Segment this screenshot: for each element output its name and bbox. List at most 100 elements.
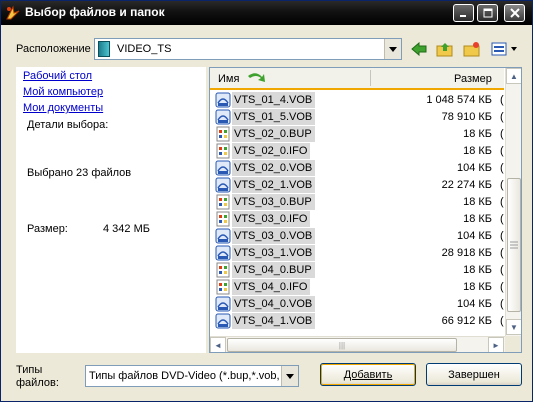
file-types-dropdown-button[interactable] [281, 366, 298, 386]
file-icon [215, 194, 231, 210]
location-dropdown-button[interactable] [384, 39, 401, 59]
file-row[interactable]: VTS_01_5.VOB 78 910 КБ ( [210, 109, 504, 126]
truncated-column: ( [500, 162, 504, 174]
column-size-header[interactable]: Размер [454, 73, 492, 85]
file-list[interactable]: Имя Размер VTS_01_4.VOB 1 048 574 КБ(VTS_… [209, 67, 522, 353]
file-row[interactable]: VTS_02_1.VOB 22 274 КБ ( [210, 177, 504, 194]
column-name-header[interactable]: Имя [218, 73, 239, 85]
file-row[interactable]: VTS_01_4.VOB 1 048 574 КБ ( [210, 92, 504, 109]
file-size: 18 КБ [463, 128, 492, 140]
chevron-down-icon [286, 373, 294, 379]
size-label: Размер: [27, 223, 68, 235]
file-row[interactable]: VTS_03_1.VOB 28 918 КБ ( [210, 245, 504, 262]
video-file-icon [215, 245, 231, 261]
vertical-scroll-thumb[interactable] [507, 178, 521, 312]
size-value: 4 342 МБ [103, 223, 150, 235]
file-types-label-line2: файлов: [16, 377, 59, 389]
scroll-up-button[interactable]: ▲ [506, 68, 521, 84]
video-file-icon [215, 313, 231, 329]
horizontal-scrollbar[interactable]: ◄ ||| ► [210, 336, 505, 352]
new-folder-icon [463, 42, 480, 57]
truncated-column: ( [500, 315, 504, 327]
minimize-button[interactable] [453, 4, 474, 22]
file-row[interactable]: VTS_02_0.VOB 104 КБ ( [210, 160, 504, 177]
file-types-combo[interactable]: Типы файлов DVD-Video (*.bup,*.vob,*.ifo… [85, 365, 299, 387]
link-desktop[interactable]: Рабочий стол [23, 70, 92, 82]
file-name: VTS_01_4.VOB [232, 92, 316, 108]
selected-count: Выбрано 23 файлов [27, 167, 132, 179]
view-menu-button[interactable] [489, 39, 521, 59]
link-my-documents[interactable]: Мои документы [23, 102, 103, 114]
file-name: VTS_03_0.IFO [232, 211, 311, 227]
chevron-down-icon [389, 46, 397, 52]
maximize-button[interactable] [477, 4, 498, 22]
file-picker-dialog: Выбор файлов и папок Расположение VIDEO_… [0, 0, 533, 402]
scroll-corner [505, 336, 521, 352]
video-file-icon [215, 92, 231, 108]
add-button[interactable]: Добавить [320, 363, 416, 386]
back-button[interactable] [409, 39, 429, 59]
truncated-column: ( [500, 230, 504, 242]
file-row[interactable]: VTS_04_0.BUP 18 КБ ( [210, 262, 504, 279]
file-row[interactable]: VTS_03_0.IFO 18 КБ ( [210, 211, 504, 228]
file-size: 66 912 КБ [441, 315, 492, 327]
truncated-column: ( [500, 128, 504, 140]
view-list-icon [491, 42, 517, 56]
scroll-right-button[interactable]: ► [488, 337, 504, 352]
done-button-label: Завершен [448, 368, 500, 381]
location-combo[interactable]: VIDEO_TS [94, 38, 402, 60]
file-row[interactable]: VTS_02_0.IFO 18 КБ ( [210, 143, 504, 160]
vertical-scrollbar[interactable]: ▲ ▼ [505, 68, 521, 336]
file-types-value: Типы файлов DVD-Video (*.bup,*.vob,*.ifo… [89, 370, 279, 382]
file-row[interactable]: VTS_03_0.VOB 104 КБ ( [210, 228, 504, 245]
maximize-icon [483, 8, 492, 18]
minimize-icon [460, 14, 466, 17]
truncated-column: ( [500, 281, 504, 293]
file-name: VTS_02_0.IFO [232, 143, 311, 159]
file-name: VTS_02_0.VOB [232, 160, 316, 176]
file-icon [215, 262, 231, 278]
video-file-icon [215, 160, 231, 176]
grip-icon [510, 241, 518, 249]
truncated-column: ( [500, 196, 504, 208]
file-size: 78 910 КБ [441, 111, 492, 123]
up-folder-button[interactable] [435, 39, 455, 59]
done-button[interactable]: Завершен [426, 363, 522, 386]
truncated-column: ( [500, 94, 504, 106]
file-name: VTS_03_1.VOB [232, 245, 316, 261]
file-row[interactable]: VTS_04_1.VOB 66 912 КБ ( [210, 313, 504, 330]
file-name: VTS_03_0.VOB [232, 228, 316, 244]
video-file-icon [215, 228, 231, 244]
link-my-computer[interactable]: Мой компьютер [23, 86, 103, 98]
file-name: VTS_04_0.VOB [232, 296, 316, 312]
column-separator[interactable] [370, 70, 371, 86]
horizontal-scroll-thumb[interactable]: ||| [227, 338, 457, 352]
scroll-down-button[interactable]: ▼ [506, 319, 521, 335]
app-icon [6, 5, 20, 20]
close-button[interactable] [504, 4, 525, 22]
close-icon [509, 8, 520, 18]
file-size: 18 КБ [463, 264, 492, 276]
up-folder-icon [436, 43, 453, 57]
file-row[interactable]: VTS_04_0.VOB 104 КБ ( [210, 296, 504, 313]
truncated-column: ( [500, 179, 504, 191]
folder-icon [98, 41, 110, 57]
file-name: VTS_01_5.VOB [232, 109, 316, 125]
file-row[interactable]: VTS_03_0.BUP 18 КБ ( [210, 194, 504, 211]
file-icon [215, 279, 231, 295]
file-icon [215, 126, 231, 142]
file-name: VTS_03_0.BUP [232, 194, 315, 210]
truncated-column: ( [500, 145, 504, 157]
new-folder-button[interactable] [462, 39, 482, 59]
file-row[interactable]: VTS_04_0.IFO 18 КБ ( [210, 279, 504, 296]
scroll-left-button[interactable]: ◄ [210, 337, 226, 352]
file-size: 104 КБ [456, 162, 492, 174]
title-bar[interactable]: Выбор файлов и папок [1, 1, 532, 25]
file-size: 104 КБ [456, 230, 492, 242]
video-file-icon [215, 177, 231, 193]
places-pane: Рабочий стол Мой компьютер Мои документы… [16, 67, 206, 353]
file-row[interactable]: VTS_02_0.BUP 18 КБ ( [210, 126, 504, 143]
truncated-column: ( [500, 247, 504, 259]
file-icon [215, 211, 231, 227]
file-size: 104 КБ [456, 298, 492, 310]
